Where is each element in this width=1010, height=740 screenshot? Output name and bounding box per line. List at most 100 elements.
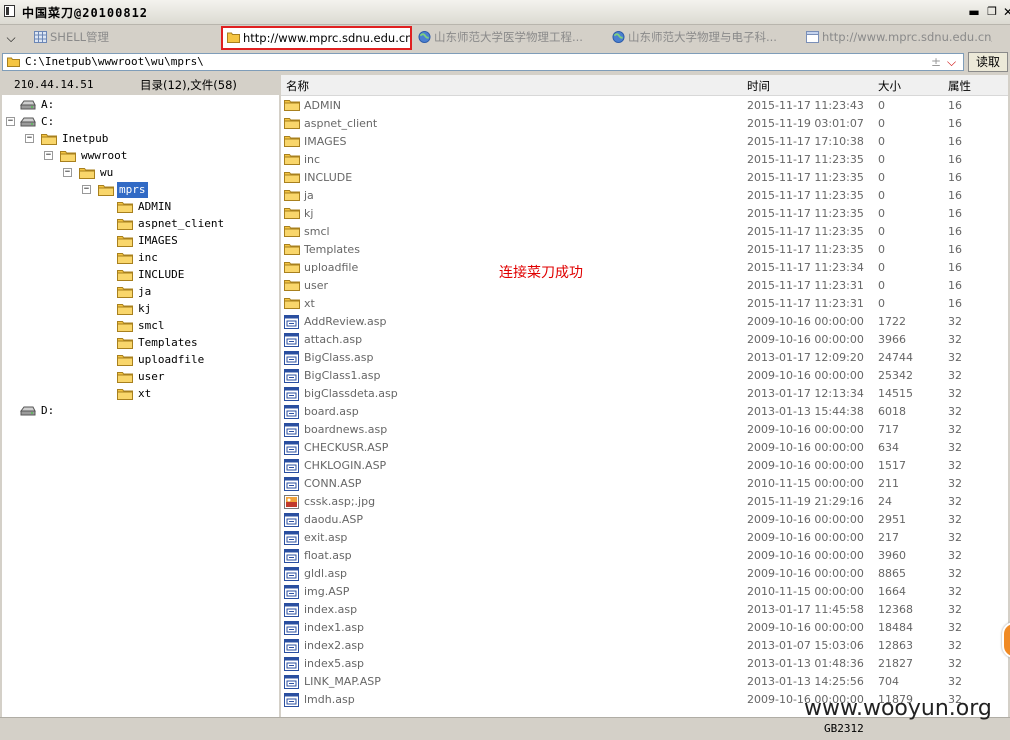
file-attr: 32 <box>948 567 962 580</box>
file-size: 217 <box>878 531 899 544</box>
floating-action-button[interactable] <box>1002 622 1010 658</box>
collapse-icon[interactable]: − <box>25 134 34 143</box>
file-row[interactable]: board.asp 2013-01-13 15:44:38 6018 32 <box>281 403 1008 421</box>
file-name: IMAGES <box>304 135 347 148</box>
folder-icon <box>284 153 300 167</box>
chevron-down-icon[interactable]: ⌵ <box>947 55 956 70</box>
asp-file-icon <box>284 405 299 419</box>
file-name: index.asp <box>304 603 358 616</box>
tab-file-manager-active[interactable]: http://www.mprc.sdnu.edu.cn/c... <box>221 26 412 50</box>
tree-node-mprs[interactable]: − mprs <box>82 182 272 198</box>
file-row[interactable]: daodu.ASP 2009-10-16 00:00:00 2951 32 <box>281 511 1008 529</box>
file-row[interactable]: uploadfile 2015-11-17 11:23:34 0 16 <box>281 259 1008 277</box>
tab-mprc-page[interactable]: http://www.mprc.sdnu.edu.cn/c... <box>802 27 992 48</box>
file-name: board.asp <box>304 405 359 418</box>
file-row[interactable]: boardnews.asp 2009-10-16 00:00:00 717 32 <box>281 421 1008 439</box>
file-row[interactable]: IMAGES 2015-11-17 17:10:38 0 16 <box>281 133 1008 151</box>
file-row[interactable]: ja 2015-11-17 11:23:35 0 16 <box>281 187 1008 205</box>
path-input[interactable]: C:\Inetpub\wwwroot\wu\mprs\ ± ⌵ <box>2 53 964 71</box>
file-row[interactable]: Templates 2015-11-17 11:23:35 0 16 <box>281 241 1008 259</box>
file-row[interactable]: LINK_MAP.ASP 2013-01-13 14:25:56 704 32 <box>281 673 1008 691</box>
tree-node-admin[interactable]: ADMIN <box>101 199 272 215</box>
column-size[interactable]: 大小 <box>878 78 901 94</box>
asp-file-icon <box>284 675 299 689</box>
file-size: 1517 <box>878 459 906 472</box>
column-name[interactable]: 名称 <box>286 78 309 94</box>
collapse-icon[interactable]: − <box>63 168 72 177</box>
file-name: img.ASP <box>304 585 350 598</box>
file-row[interactable]: aspnet_client 2015-11-19 03:01:07 0 16 <box>281 115 1008 133</box>
tree-node-user[interactable]: user <box>101 369 272 385</box>
column-time[interactable]: 时间 <box>747 78 770 94</box>
folder-icon <box>117 235 133 247</box>
tree-node-wu[interactable]: − wu <box>63 165 272 181</box>
file-row[interactable]: gldl.asp 2009-10-16 00:00:00 8865 32 <box>281 565 1008 583</box>
minimize-icon[interactable]: ▬ <box>966 4 982 20</box>
read-button[interactable]: 读取 <box>968 52 1008 72</box>
tab-shell-manager[interactable]: SHELL管理 <box>30 27 220 48</box>
file-row[interactable]: cssk.asp;.jpg 2015-11-19 21:29:16 24 32 <box>281 493 1008 511</box>
tab-physics-electronics[interactable]: 山东师范大学物理与电子科... <box>608 27 800 48</box>
tab-list-chevron-down-icon[interactable]: ⌵ <box>3 30 19 46</box>
tree-node-d[interactable]: D: <box>6 403 272 419</box>
file-row[interactable]: bigClassdeta.asp 2013-01-17 12:13:34 14515… <box>281 385 1008 403</box>
file-row[interactable]: index.asp 2013-01-17 11:45:58 12368 32 <box>281 601 1008 619</box>
file-name: CHKLOGIN.ASP <box>304 459 387 472</box>
tree-node-c[interactable]: − C: <box>6 114 272 130</box>
plus-minus-icon[interactable]: ± <box>931 55 941 69</box>
tree-node-inc[interactable]: inc <box>101 250 272 266</box>
file-name: inc <box>304 153 321 166</box>
close-icon[interactable]: ✕ <box>1000 4 1010 20</box>
tree-node-aspnet-client[interactable]: aspnet_client <box>101 216 272 232</box>
collapse-icon[interactable]: − <box>44 151 53 160</box>
file-row[interactable]: CHKLOGIN.ASP 2009-10-16 00:00:00 1517 32 <box>281 457 1008 475</box>
tree-node-xt[interactable]: xt <box>101 386 272 402</box>
file-list[interactable]: 名称 时间 大小 属性 ADMIN 2015-11-17 11:23:43 0 16 a… <box>281 75 1008 717</box>
file-time: 2015-11-17 11:23:35 <box>747 153 864 166</box>
file-row[interactable]: BigClass.asp 2013-01-17 12:09:20 24744 32 <box>281 349 1008 367</box>
file-row[interactable]: CHECKUSR.ASP 2009-10-16 00:00:00 634 32 <box>281 439 1008 457</box>
tree-node-wwwroot[interactable]: − wwwroot <box>44 148 272 164</box>
file-row[interactable]: index1.asp 2009-10-16 00:00:00 18484 32 <box>281 619 1008 637</box>
column-attr[interactable]: 属性 <box>948 78 971 94</box>
tree-node-templates[interactable]: Templates <box>101 335 272 351</box>
collapse-icon[interactable]: − <box>82 185 91 194</box>
tab-medical-physics[interactable]: 山东师范大学医学物理工程... <box>414 27 606 48</box>
tree-node-ja[interactable]: ja <box>101 284 272 300</box>
file-time: 2010-11-15 00:00:00 <box>747 585 864 598</box>
tree-node-smcl[interactable]: smcl <box>101 318 272 334</box>
collapse-icon[interactable]: − <box>6 117 15 126</box>
file-row[interactable]: AddReview.asp 2009-10-16 00:00:00 1722 32 <box>281 313 1008 331</box>
file-row[interactable]: attach.asp 2009-10-16 00:00:00 3966 32 <box>281 331 1008 349</box>
asp-file-icon <box>284 585 299 599</box>
file-row[interactable]: CONN.ASP 2010-11-15 00:00:00 211 32 <box>281 475 1008 493</box>
file-name: smcl <box>304 225 330 238</box>
file-row[interactable]: exit.asp 2009-10-16 00:00:00 217 32 <box>281 529 1008 547</box>
file-name: gldl.asp <box>304 567 348 580</box>
file-time: 2015-11-17 11:23:43 <box>747 99 864 112</box>
file-attr: 16 <box>948 189 962 202</box>
file-row[interactable]: INCLUDE 2015-11-17 11:23:35 0 16 <box>281 169 1008 187</box>
tree-node-kj[interactable]: kj <box>101 301 272 317</box>
tree-node-a[interactable]: A: <box>6 97 272 113</box>
file-row[interactable]: xt 2015-11-17 11:23:31 0 16 <box>281 295 1008 313</box>
file-row[interactable]: index5.asp 2013-01-13 01:48:36 21827 32 <box>281 655 1008 673</box>
address-bar: C:\Inetpub\wwwroot\wu\mprs\ ± ⌵ 读取 <box>0 52 1010 74</box>
file-size: 0 <box>878 207 885 220</box>
file-row[interactable]: float.asp 2009-10-16 00:00:00 3960 32 <box>281 547 1008 565</box>
file-row[interactable]: smcl 2015-11-17 11:23:35 0 16 <box>281 223 1008 241</box>
file-row[interactable]: kj 2015-11-17 11:23:35 0 16 <box>281 205 1008 223</box>
restore-icon[interactable]: ❐ <box>984 4 1000 20</box>
file-row[interactable]: inc 2015-11-17 11:23:35 0 16 <box>281 151 1008 169</box>
directory-tree[interactable]: A: − C: − Inetpub − wwwroot − wu − mprs ADMIN aspnet… <box>2 95 279 717</box>
folder-icon <box>41 133 57 145</box>
file-row[interactable]: index2.asp 2013-01-07 15:03:06 12863 32 <box>281 637 1008 655</box>
tree-node-uploadfile[interactable]: uploadfile <box>101 352 272 368</box>
file-row[interactable]: ADMIN 2015-11-17 11:23:43 0 16 <box>281 97 1008 115</box>
file-row[interactable]: img.ASP 2010-11-15 00:00:00 1664 32 <box>281 583 1008 601</box>
file-row[interactable]: user 2015-11-17 11:23:31 0 16 <box>281 277 1008 295</box>
file-row[interactable]: BigClass1.asp 2009-10-16 00:00:00 25342 32 <box>281 367 1008 385</box>
tree-node-inetpub[interactable]: − Inetpub <box>25 131 272 147</box>
tree-node-include[interactable]: INCLUDE <box>101 267 272 283</box>
tree-node-images[interactable]: IMAGES <box>101 233 272 249</box>
